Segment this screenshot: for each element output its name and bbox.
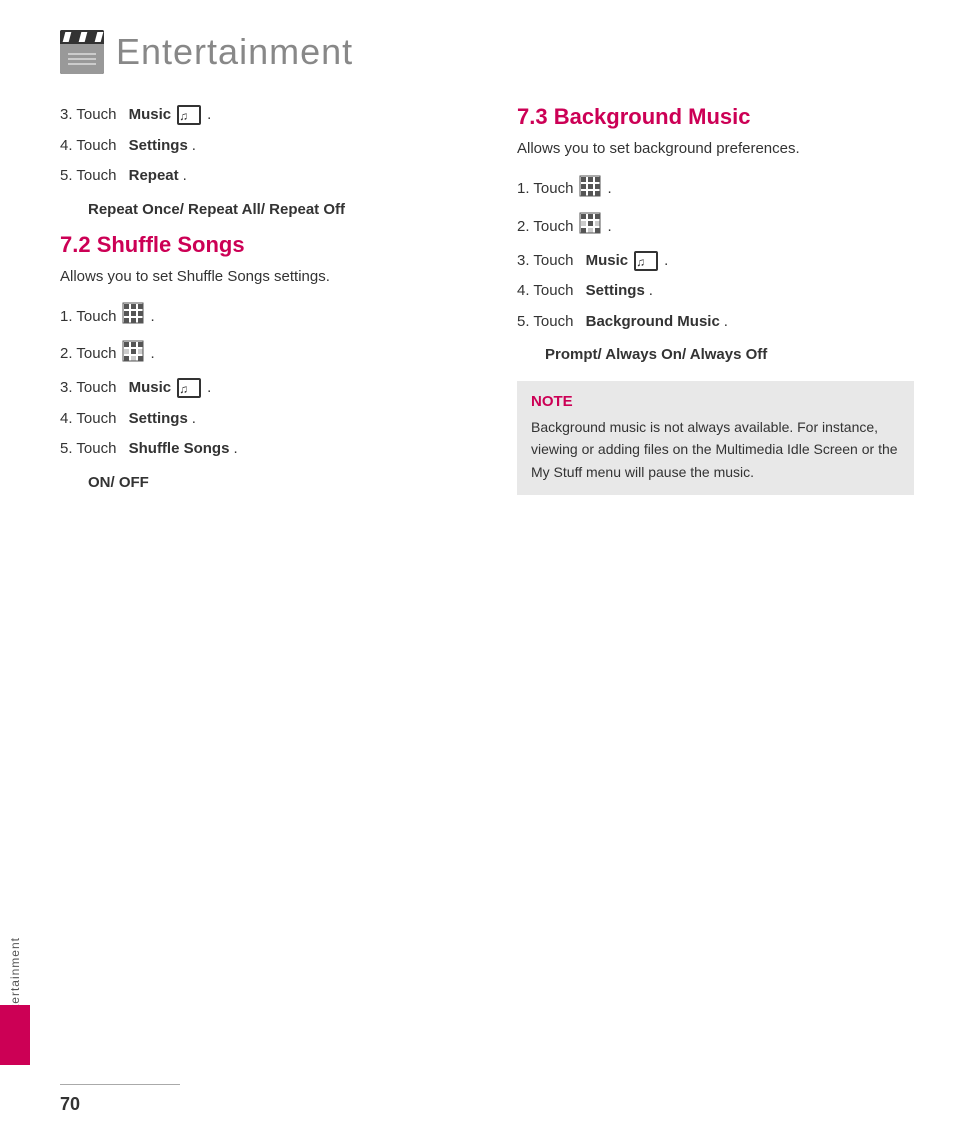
page-number: 70 xyxy=(60,1094,80,1115)
shuffle-steps-list: 1. Touch xyxy=(60,302,457,461)
note-box: NOTE Background music is not always avai… xyxy=(517,381,914,495)
prompt-note: Prompt/ Always On/ Always Off xyxy=(545,343,914,367)
entertainment-icon xyxy=(60,30,104,74)
note-text: Background music is not always available… xyxy=(531,416,900,483)
note-label: NOTE xyxy=(531,393,900,410)
step-4-touch-settings: 4. Touch Settings. xyxy=(60,135,457,158)
bg-steps-list: 1. Touch xyxy=(517,175,914,334)
shuffle-step-3: 3. Touch Music ♫. xyxy=(60,377,457,400)
on-off-note: ON/ OFF xyxy=(88,471,457,495)
page-title: Entertainment xyxy=(116,31,353,73)
content-columns: 3. Touch Music ♫. 4. Touch Settings. 5. … xyxy=(60,104,914,1115)
page-divider xyxy=(60,1084,180,1085)
right-column: 7.3 Background Music Allows you to set b… xyxy=(507,104,914,1115)
shuffle-step-4: 4. Touch Settings. xyxy=(60,408,457,431)
bg-grid-icon-1 xyxy=(579,175,601,205)
grid-icon-2 xyxy=(122,340,144,370)
repeat-options-note: Repeat Once/ Repeat All/ Repeat Off xyxy=(88,198,457,222)
bg-grid-icon-2 xyxy=(579,212,601,242)
bg-step-4: 4. Touch Settings. xyxy=(517,280,914,303)
shuffle-songs-heading: 7.2 Shuffle Songs xyxy=(60,232,457,258)
bg-music-heading: 7.3 Background Music xyxy=(517,104,914,130)
bg-step-2: 2. Touch xyxy=(517,212,914,242)
bg-step-1: 1. Touch xyxy=(517,175,914,205)
sidebar-accent xyxy=(0,1005,30,1065)
step-3-touch-music: 3. Touch Music ♫. xyxy=(60,104,457,127)
left-column: 3. Touch Music ♫. 4. Touch Settings. 5. … xyxy=(60,104,467,1115)
bg-step-5: 5. Touch Background Music. xyxy=(517,311,914,334)
shuffle-songs-desc: Allows you to set Shuffle Songs settings… xyxy=(60,266,457,289)
shuffle-step-5: 5. Touch Shuffle Songs. xyxy=(60,438,457,461)
bg-music-desc: Allows you to set background preferences… xyxy=(517,138,914,161)
steps-intro-list: 3. Touch Music ♫. 4. Touch Settings. 5. … xyxy=(60,104,457,188)
shuffle-step-1: 1. Touch xyxy=(60,302,457,332)
music-icon-3: ♫ xyxy=(634,251,658,271)
sidebar: Entertainment xyxy=(0,0,30,1145)
music-icon-2: ♫ xyxy=(177,378,201,398)
shuffle-step-2: 2. Touch xyxy=(60,340,457,370)
main-content: Entertainment 3. Touch Music ♫. 4. Touch… xyxy=(30,0,954,1145)
grid-icon-1 xyxy=(122,302,144,332)
step-5-touch-repeat: 5. Touch Repeat. xyxy=(60,165,457,188)
music-icon-1: ♫ xyxy=(177,105,201,125)
bg-step-3: 3. Touch Music ♫. xyxy=(517,250,914,273)
page-header: Entertainment xyxy=(60,30,914,74)
